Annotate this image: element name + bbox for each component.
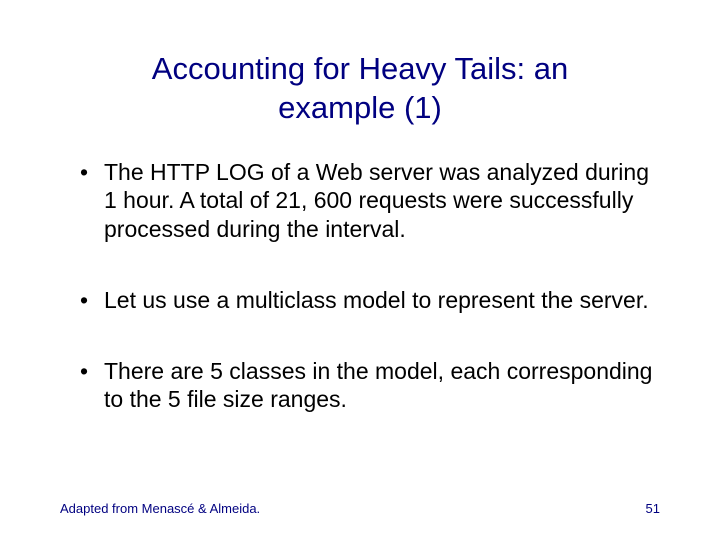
bullet-list: The HTTP LOG of a Web server was analyze…: [60, 158, 660, 415]
footer-credit: Adapted from Menascé & Almeida.: [60, 501, 260, 516]
bullet-item: Let us use a multiclass model to represe…: [80, 286, 660, 315]
page-number: 51: [646, 501, 660, 516]
slide: Accounting for Heavy Tails: an example (…: [0, 0, 720, 540]
bullet-item: The HTTP LOG of a Web server was analyze…: [80, 158, 660, 244]
bullet-item: There are 5 classes in the model, each c…: [80, 357, 660, 415]
slide-title: Accounting for Heavy Tails: an example (…: [60, 50, 660, 128]
